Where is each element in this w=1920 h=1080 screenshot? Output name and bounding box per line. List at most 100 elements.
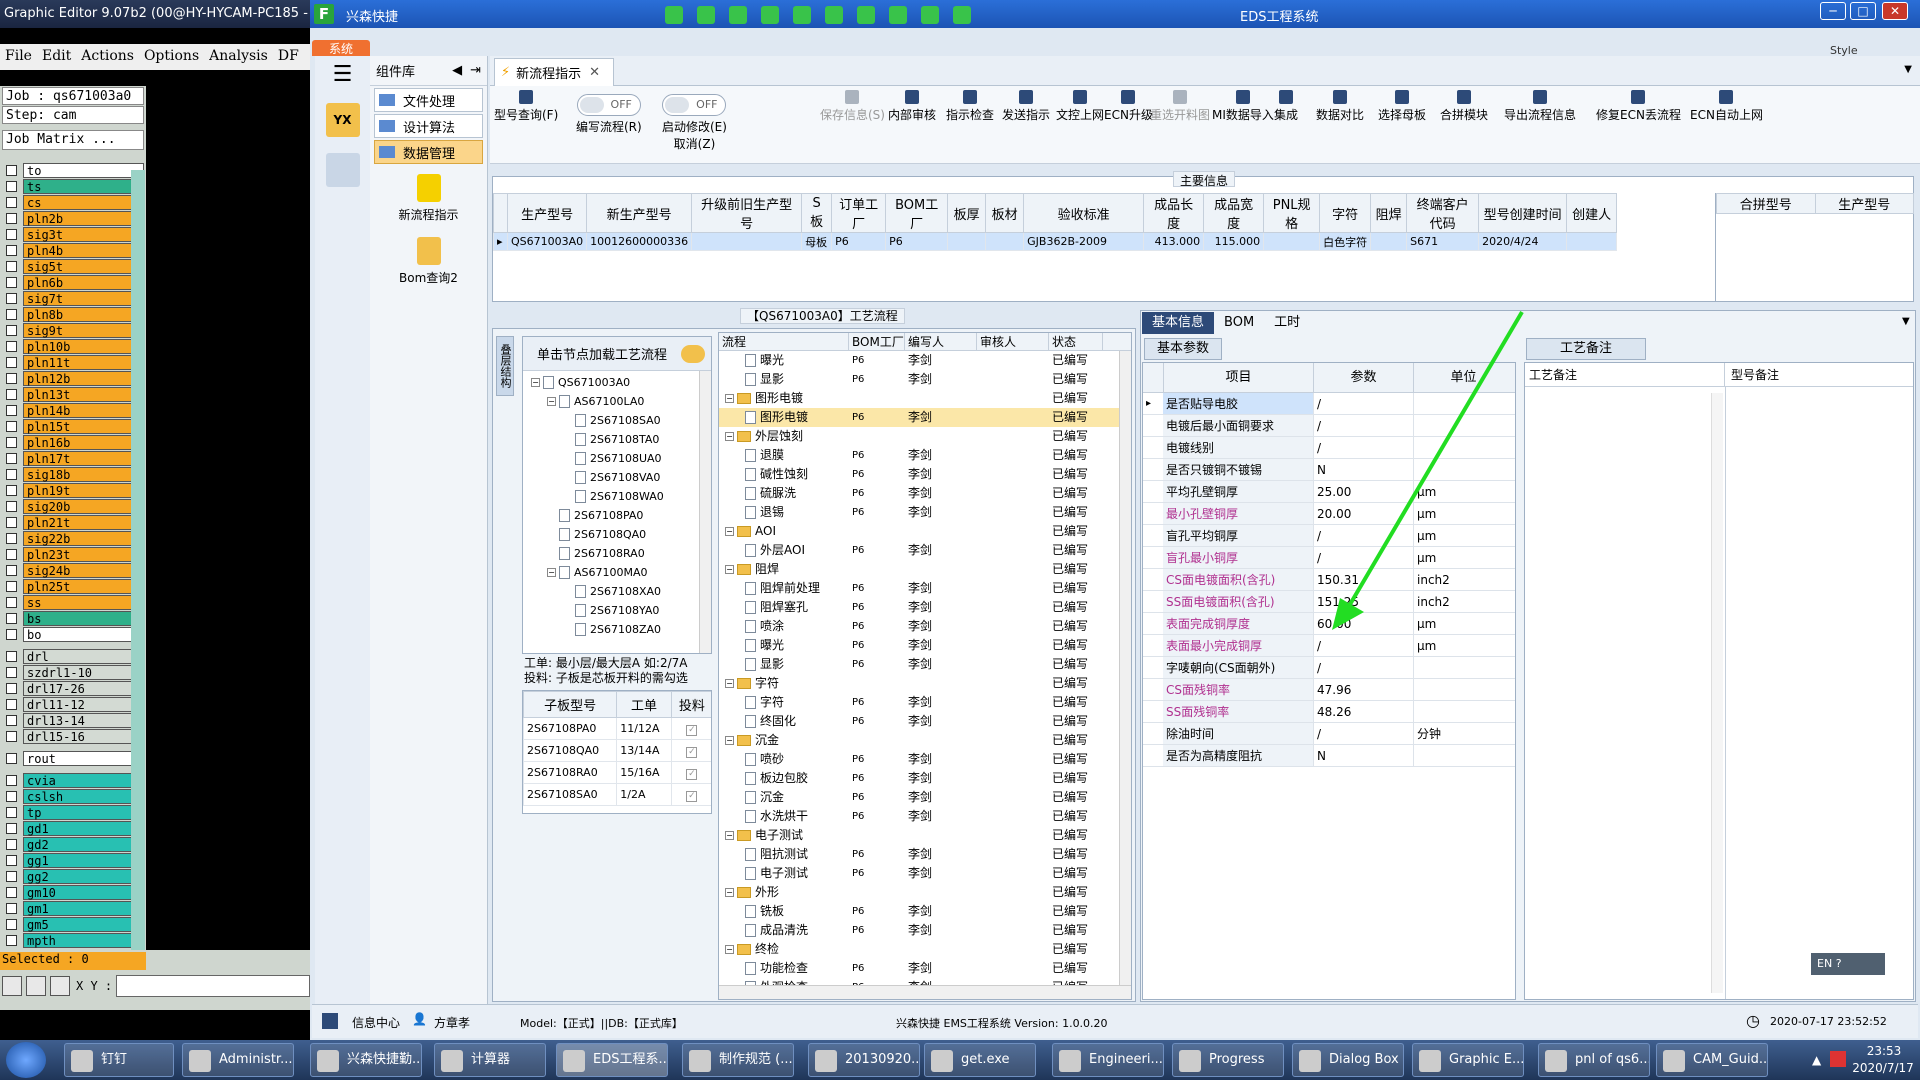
flow-row[interactable]: − 外层蚀刻 已编写	[719, 427, 1131, 446]
tree-node[interactable]: 2S67108RA0	[531, 544, 711, 563]
zoom-icon[interactable]	[2, 976, 22, 996]
ge-layer-row[interactable]: drl17-26	[2, 680, 144, 696]
layer-checkbox[interactable]	[6, 388, 17, 400]
layer-checkbox[interactable]	[6, 404, 17, 416]
ge-layer-row[interactable]: pln2b	[2, 210, 144, 226]
grid-icon[interactable]	[793, 6, 811, 24]
nav-item[interactable]: 设计算法	[374, 114, 483, 138]
grid-cell[interactable]: QS671003A0	[506, 232, 588, 251]
flow-row[interactable]: 喷涂 P6 李剑 已编写	[719, 617, 1131, 636]
tree-node[interactable]: − AS67100LA0	[531, 392, 711, 411]
taskbar-item[interactable]: 兴森快捷勤...	[310, 1043, 422, 1077]
collapse-icon[interactable]: −	[725, 945, 734, 954]
area-chart-icon[interactable]	[921, 6, 939, 24]
ge-layer-row[interactable]: gg2	[2, 868, 144, 884]
ge-menu-item[interactable]: Edit	[37, 44, 76, 68]
param-row[interactable]: 是否为高精度阻抗 N	[1143, 745, 1515, 767]
flow-scrollbar[interactable]	[1119, 351, 1131, 987]
collapse-left-icon[interactable]: ◀	[452, 63, 462, 78]
ge-layer-row[interactable]: pln14b	[2, 402, 144, 418]
toolbar-button[interactable]: 修复ECN丢流程	[1596, 90, 1681, 123]
grid-cell[interactable]: 413.000	[1143, 232, 1205, 251]
layer-checkbox[interactable]	[6, 918, 17, 930]
tree-node[interactable]: 2S67108ZA0	[531, 620, 711, 639]
grid-header[interactable]: 型号创建时间	[1478, 193, 1568, 233]
flow-row[interactable]: 水洗烘干 P6 李剑 已编写	[719, 807, 1131, 826]
grid-cell[interactable]: 10012600000336	[586, 232, 693, 251]
flow-header[interactable]: 审核人	[977, 333, 1049, 350]
flow-row[interactable]: 阻焊塞孔 P6 李剑 已编写	[719, 598, 1131, 617]
layer-checkbox[interactable]	[6, 452, 17, 464]
pin-icon[interactable]: ⇥	[470, 63, 481, 78]
feed-checkbox[interactable]: ✓	[686, 768, 698, 780]
grid-cell[interactable]: S671	[1406, 232, 1480, 251]
grid-cell[interactable]: 母板	[801, 232, 833, 251]
info-dropdown-icon[interactable]: ▼	[1902, 316, 1910, 327]
toolbar-button[interactable]: 指示检查	[946, 90, 994, 123]
toolbar-button[interactable]: 数据对比	[1316, 90, 1364, 123]
info-tab[interactable]: BOM	[1214, 312, 1264, 334]
grid-header[interactable]: 板材	[985, 193, 1025, 233]
settings-icon[interactable]	[697, 6, 715, 24]
ge-layer-row[interactable]: pln17t	[2, 450, 144, 466]
flow-row[interactable]: − 字符 已编写	[719, 674, 1131, 693]
layer-checkbox[interactable]	[6, 580, 17, 592]
layer-checkbox[interactable]	[6, 164, 17, 176]
toolbar-button[interactable]: 保存信息(S)	[820, 90, 885, 123]
collapse-icon[interactable]: −	[531, 378, 540, 387]
layer-checkbox[interactable]	[6, 212, 17, 224]
feed-checkbox[interactable]: ✓	[686, 790, 698, 802]
param-value[interactable]: /	[1313, 723, 1413, 744]
layer-checkbox[interactable]	[6, 886, 17, 898]
grid-cell[interactable]	[947, 232, 987, 251]
ge-layer-row[interactable]: drl	[2, 648, 144, 664]
nav-item[interactable]: 数据管理	[374, 140, 483, 164]
help-icon[interactable]: ?	[1836, 957, 1842, 970]
flow-row[interactable]: 功能检查 P6 李剑 已编写	[719, 959, 1131, 978]
grid-header[interactable]: 终端客户代码	[1406, 193, 1480, 233]
taskbar-item[interactable]: 20130920...	[808, 1043, 920, 1077]
grid-header[interactable]: 成品宽度	[1203, 193, 1265, 233]
ge-canvas[interactable]	[146, 86, 310, 950]
merge-header[interactable]: 生产型号	[1814, 193, 1914, 214]
layer-checkbox[interactable]	[6, 752, 17, 764]
ge-layer-row[interactable]: gd1	[2, 820, 144, 836]
tree-scrollbar[interactable]	[699, 371, 711, 653]
flow-row[interactable]: − 外形 已编写	[719, 883, 1131, 902]
flow-row[interactable]: 电子测试 P6 李剑 已编写	[719, 864, 1131, 883]
layer-checkbox[interactable]	[6, 228, 17, 240]
tree-node[interactable]: 2S67108YA0	[531, 601, 711, 620]
flow-row[interactable]: − AOI 已编写	[719, 522, 1131, 541]
toolbar-button[interactable]: 集成	[1274, 90, 1298, 123]
grid-header[interactable]: 板厚	[947, 193, 987, 233]
xy-input[interactable]	[116, 975, 310, 997]
ge-layer-row[interactable]: cslsh	[2, 788, 144, 804]
taskbar-item[interactable]: Engineeri...	[1052, 1043, 1164, 1077]
table-row[interactable]: 2S67108PA0 11/12A ✓	[523, 717, 711, 740]
feed-checkbox[interactable]: ✓	[686, 746, 698, 758]
ge-layer-row[interactable]: gm10	[2, 884, 144, 900]
chat-bubble-icon[interactable]	[681, 344, 705, 363]
toolbar-button[interactable]: 发送指示	[1002, 90, 1050, 123]
grid-header[interactable]: BOM工厂	[885, 193, 949, 233]
ge-layer-row[interactable]: gm1	[2, 900, 144, 916]
ge-layer-row[interactable]: pln13t	[2, 386, 144, 402]
param-value[interactable]: 48.26	[1313, 701, 1413, 722]
grid-icon[interactable]	[50, 976, 70, 996]
flow-row[interactable]: − 图形电镀 已编写	[719, 389, 1131, 408]
tabs-dropdown-icon[interactable]: ▼	[1904, 64, 1912, 75]
ge-layer-row[interactable]: pln6b	[2, 274, 144, 290]
taskbar-item[interactable]: Graphic E...	[1412, 1043, 1524, 1077]
layer-checkbox[interactable]	[6, 650, 17, 662]
layer-checkbox[interactable]	[6, 806, 17, 818]
off-toggle[interactable]: OFF	[662, 94, 727, 116]
merge-header[interactable]: 合拼型号	[1716, 193, 1816, 214]
layer-checkbox[interactable]	[6, 870, 17, 882]
flow-row[interactable]: 曝光 P6 李剑 已编写	[719, 636, 1131, 655]
ge-menu-item[interactable]: Actions	[76, 44, 139, 68]
ge-layer-row[interactable]: ts	[2, 178, 144, 194]
param-row[interactable]: SS面残铜率 48.26	[1143, 701, 1515, 723]
ge-layer-row[interactable]: sig5t	[2, 258, 144, 274]
grid-cell[interactable]: 115.000	[1203, 232, 1265, 251]
taskbar-item[interactable]: get.exe	[924, 1043, 1036, 1077]
